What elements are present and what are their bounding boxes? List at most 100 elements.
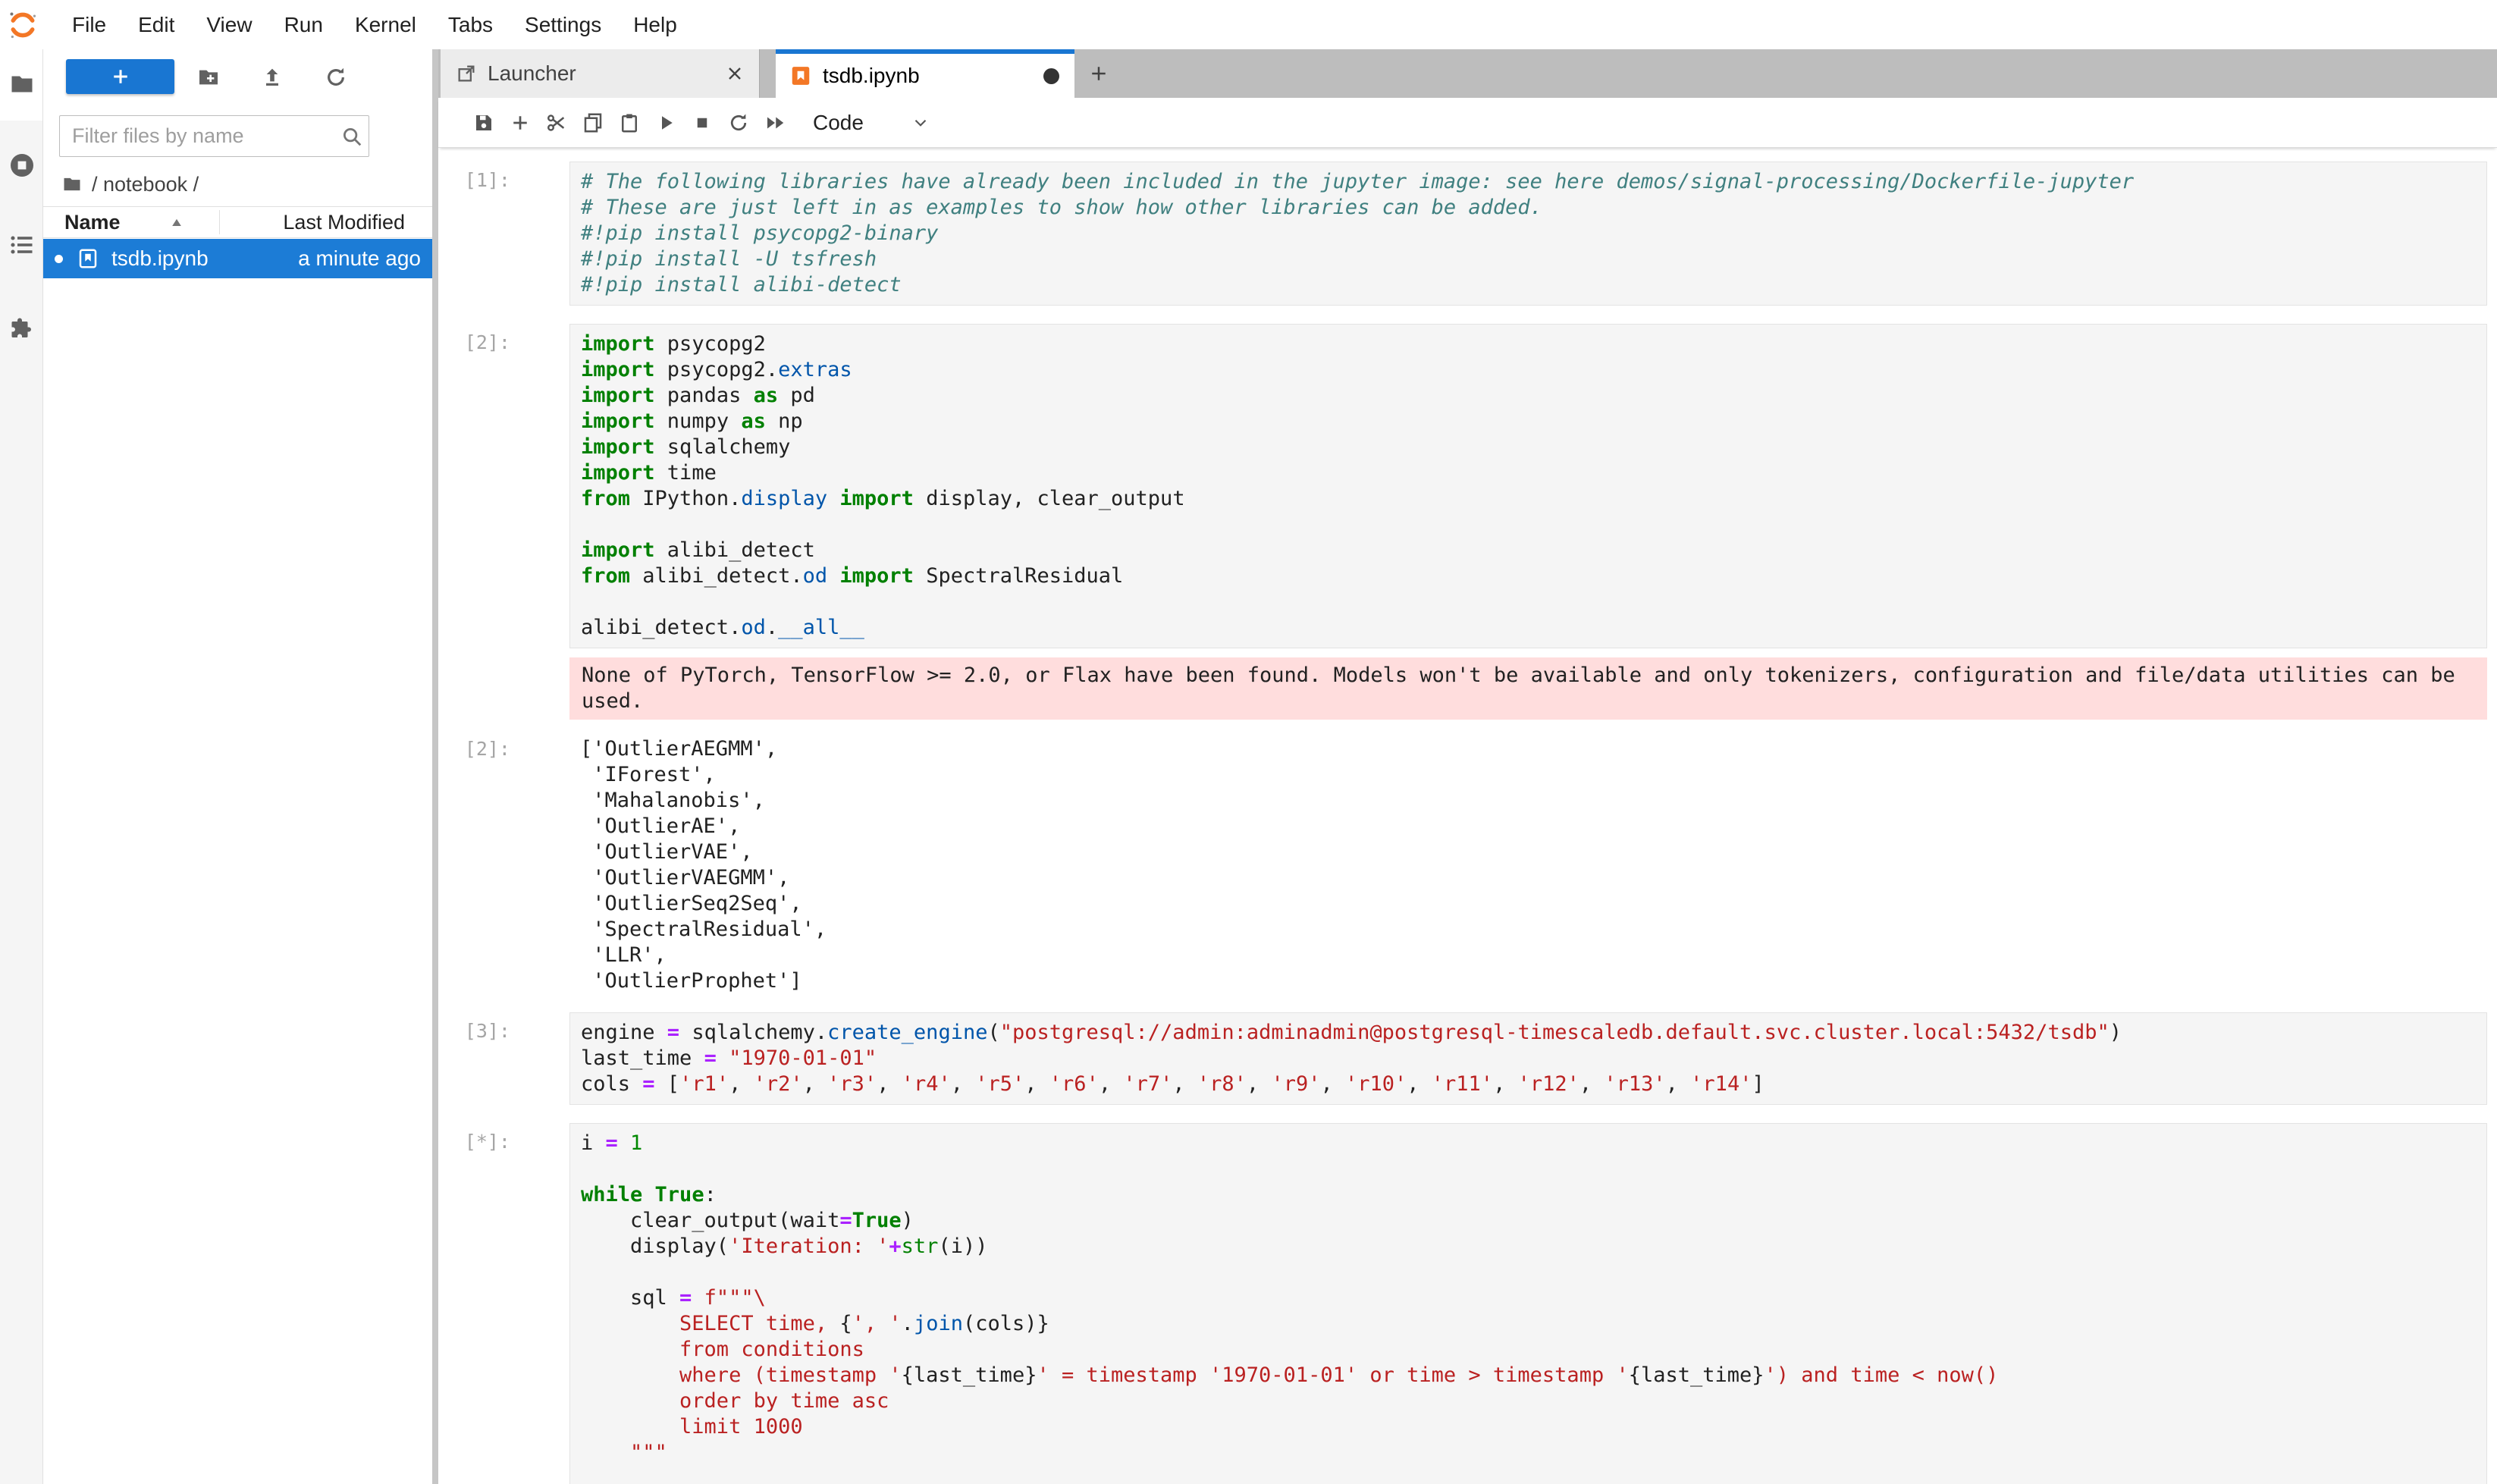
plus-icon (1087, 62, 1110, 85)
notebook-cell: [3]:engine = sqlalchemy.create_engine("p… (438, 1012, 2487, 1105)
cell-type-value: Code (813, 111, 864, 135)
notebook-area: [1]:# The following libraries have alrea… (438, 148, 2497, 1484)
tab-label: Launcher (488, 61, 576, 86)
menu-item-settings[interactable]: Settings (509, 0, 617, 49)
list-icon (8, 231, 36, 259)
fast-forward-icon (764, 111, 786, 134)
cell-prompt: [2]: (438, 324, 569, 648)
new-folder-icon (196, 65, 221, 89)
menu-item-help[interactable]: Help (617, 0, 693, 49)
notebook-file-icon (77, 247, 99, 270)
launcher-icon (456, 63, 477, 84)
search-icon (340, 125, 363, 148)
filter-box (59, 115, 369, 157)
new-launcher-button[interactable] (66, 59, 174, 94)
breadcrumb[interactable]: / notebook / (61, 169, 199, 199)
tab-tsdb[interactable]: tsdb.ipynb (776, 49, 1074, 98)
file-row-tsdb[interactable]: tsdb.ipynb a minute ago (43, 239, 432, 278)
sidebar-tab-running-sessions[interactable] (0, 146, 43, 185)
save-button[interactable] (466, 108, 502, 138)
copy-cells-button[interactable] (575, 108, 611, 138)
menu-items: FileEditViewRunKernelTabsSettingsHelp (56, 0, 693, 49)
sidebar-tab-file-browser[interactable] (0, 64, 43, 104)
restart-run-all-button[interactable] (757, 108, 793, 138)
run-cell-button[interactable] (648, 108, 684, 138)
notebook-cell: None of PyTorch, TensorFlow >= 2.0, or F… (438, 657, 2487, 720)
cell-output: ['OutlierAEGMM', 'IForest', 'Mahalanobis… (569, 730, 2487, 994)
upload-icon (260, 65, 284, 89)
new-folder-button[interactable] (193, 64, 224, 91)
save-icon (472, 111, 495, 134)
run-icon (654, 111, 677, 134)
copy-icon (582, 111, 604, 134)
folder-icon (61, 174, 83, 195)
unsaved-changes-indicator[interactable] (1043, 68, 1059, 84)
jupyterlab-window: FileEditViewRunKernelTabsSettingsHelp (0, 0, 2497, 1484)
cell-prompt: [1]: (438, 162, 569, 306)
new-tab-button[interactable] (1079, 49, 1118, 98)
sidebar-tab-extensions[interactable] (0, 309, 43, 348)
cell-type-select[interactable]: Code (813, 111, 930, 135)
menu-item-edit[interactable]: Edit (122, 0, 190, 49)
cut-cells-button[interactable] (538, 108, 575, 138)
jupyter-logo-icon (8, 10, 38, 40)
plus-icon (110, 66, 131, 87)
insert-cell-button[interactable] (502, 108, 538, 138)
stop-kernel-button[interactable] (684, 108, 720, 138)
cell-editor[interactable]: import psycopg2import psycopg2.extrasimp… (569, 324, 2487, 648)
menu-item-view[interactable]: View (190, 0, 268, 49)
file-browser-toolbar (43, 59, 432, 94)
sort-ascending-icon[interactable] (169, 215, 184, 230)
file-modified: a minute ago (298, 246, 421, 271)
upload-button[interactable] (257, 64, 287, 91)
scissors-icon (545, 111, 568, 134)
cell-editor[interactable]: # The following libraries have already b… (569, 162, 2487, 306)
menu-item-file[interactable]: File (56, 0, 122, 49)
restart-icon (727, 111, 750, 134)
menu-bar: FileEditViewRunKernelTabsSettingsHelp (0, 0, 2497, 49)
file-browser-panel: / notebook / Name Last Modified tsdb.ipy… (43, 49, 432, 1484)
sidebar-tab-table-of-contents[interactable] (0, 225, 43, 265)
refresh-icon (324, 65, 348, 89)
cell-prompt (438, 657, 569, 720)
menu-item-tabs[interactable]: Tabs (432, 0, 509, 49)
paste-icon (618, 111, 641, 134)
restart-kernel-button[interactable] (720, 108, 757, 138)
stop-icon (691, 111, 714, 134)
main-area: Launcher tsdb.ipynb (432, 49, 2497, 1484)
refresh-button[interactable] (321, 64, 351, 91)
column-header-name[interactable]: Name (43, 211, 121, 234)
left-activity-bar (0, 49, 43, 1484)
notebook-cell: [2]:['OutlierAEGMM', 'IForest', 'Mahalan… (438, 730, 2487, 994)
menu-item-kernel[interactable]: Kernel (339, 0, 432, 49)
puzzle-icon (8, 315, 36, 342)
running-sessions-icon (8, 152, 36, 179)
notebook-cell: [*]:i = 1while True: clear_output(wait=T… (438, 1123, 2487, 1484)
notebook-file-icon (789, 64, 812, 87)
app-shell: / notebook / Name Last Modified tsdb.ipy… (0, 49, 2497, 1484)
stderr-output: None of PyTorch, TensorFlow >= 2.0, or F… (569, 657, 2487, 720)
file-list-header: Name Last Modified (43, 206, 432, 238)
notebook-cell: [1]:# The following libraries have alrea… (438, 162, 2487, 306)
chevron-down-icon (911, 113, 930, 133)
folder-icon (8, 71, 36, 98)
cell-prompt: [*]: (438, 1123, 569, 1484)
tab-label: tsdb.ipynb (823, 64, 920, 88)
cell-editor[interactable]: engine = sqlalchemy.create_engine("postg… (569, 1012, 2487, 1105)
column-header-modified[interactable]: Last Modified (283, 211, 405, 234)
cell-editor[interactable]: i = 1while True: clear_output(wait=True)… (569, 1123, 2487, 1484)
plus-icon (509, 111, 532, 134)
notebook-toolbar: Code (438, 98, 2497, 148)
cell-prompt: [3]: (438, 1012, 569, 1105)
breadcrumb-path: / notebook / (92, 173, 199, 196)
paste-cells-button[interactable] (611, 108, 648, 138)
filter-files-input[interactable] (60, 124, 340, 148)
file-name: tsdb.ipynb (111, 246, 209, 271)
tab-launcher[interactable]: Launcher (441, 49, 760, 98)
cell-prompt: [2]: (438, 730, 569, 994)
tab-bar: Launcher tsdb.ipynb (438, 49, 2497, 98)
notebook-cell: [2]:import psycopg2import psycopg2.extra… (438, 324, 2487, 648)
close-icon[interactable] (724, 63, 745, 84)
menu-item-run[interactable]: Run (268, 0, 339, 49)
column-divider (219, 210, 220, 234)
